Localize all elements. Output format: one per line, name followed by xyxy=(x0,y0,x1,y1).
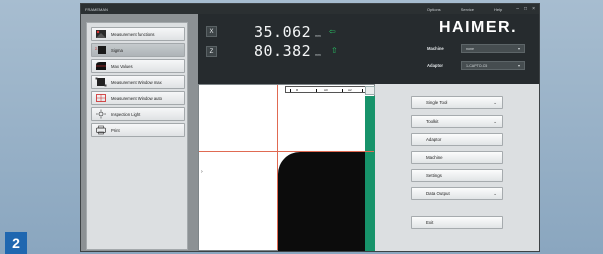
light-icon xyxy=(94,108,108,120)
window-max-icon xyxy=(94,76,108,88)
crosshair-horizontal xyxy=(199,151,374,152)
machine-select[interactable]: none ▾ xyxy=(461,44,525,53)
measurement-window-max-label: Measurement Window max xyxy=(111,79,162,85)
x-axis-button[interactable]: X xyxy=(206,26,217,37)
toolkit-label: Toolkit xyxy=(426,119,439,124)
adaptor-button[interactable]: Adaptor xyxy=(411,133,503,146)
inspection-light-button[interactable]: Inspection Light xyxy=(91,107,185,121)
measurement-functions-label: Measurement functions xyxy=(111,31,155,37)
arrow-up-icon: ⇧ xyxy=(331,46,338,55)
x-value: 35.062 xyxy=(254,23,312,41)
exit-button[interactable]: Exit xyxy=(411,216,503,229)
arrow-left-icon: ⇦ xyxy=(329,27,336,36)
chevron-down-icon: ▾ xyxy=(517,63,520,68)
minimize-button[interactable]: – xyxy=(516,6,519,12)
max-values-button[interactable]: Max Values xyxy=(91,59,185,73)
adaptor-select-value: 1-CAPTO-C5 xyxy=(466,63,488,68)
chevron-down-icon: ⌄ xyxy=(493,100,497,105)
machine-label: Machine xyxy=(427,46,444,51)
single-tool-button[interactable]: Single Tool ⌄ xyxy=(411,96,503,109)
machine-button[interactable]: Machine xyxy=(411,151,503,164)
camera-view[interactable]: R A0 A2 › xyxy=(198,84,375,251)
adaptor-select[interactable]: 1-CAPTO-C5 ▾ xyxy=(461,61,525,70)
adaptor-button-label: Adaptor xyxy=(426,137,442,142)
exit-label: Exit xyxy=(426,220,434,225)
side-tick-icon: › xyxy=(201,169,203,175)
ruler-label-a2: A2 xyxy=(348,88,352,92)
print-label: Print xyxy=(111,127,120,133)
max-values-icon xyxy=(94,60,108,72)
menu-options[interactable]: Options xyxy=(427,7,441,12)
settings-label: Settings xyxy=(426,173,442,178)
z-unit: mm xyxy=(315,53,321,57)
measurement-functions-button[interactable]: Measurement functions xyxy=(91,27,185,41)
measurement-window-max-button[interactable]: Measurement Window max xyxy=(91,75,185,89)
ruler-label-r: R xyxy=(296,88,299,92)
data-output-button[interactable]: Data Output ⌄ xyxy=(411,187,503,200)
sigma-icon: Σ xyxy=(94,44,108,56)
close-button[interactable]: × xyxy=(532,6,535,12)
green-status-strip xyxy=(365,96,375,251)
crosshair-vertical xyxy=(277,85,278,250)
scroll-up-button[interactable] xyxy=(365,86,375,95)
machine-select-value: none xyxy=(466,46,474,51)
z-axis-button[interactable]: Z xyxy=(206,46,217,57)
chevron-down-icon: ⌄ xyxy=(493,119,497,124)
inspection-light-label: Inspection Light xyxy=(111,111,141,117)
max-values-label: Max Values xyxy=(111,63,133,69)
haimer-logo: HAIMER. xyxy=(439,19,518,36)
measurement-window-auto-label: Measurement Window auto xyxy=(111,95,162,101)
x-unit: mm xyxy=(315,34,321,38)
menu-bar: Options Service Help xyxy=(427,7,502,12)
single-tool-label: Single Tool xyxy=(426,100,448,105)
measurement-window-auto-button[interactable]: Measurement Window auto xyxy=(91,91,185,105)
window-title: FRAMEMAN xyxy=(85,6,108,12)
coordinate-readout: X 35.062 mm ⇦ Z 80.382 mm ⇧ xyxy=(198,14,415,84)
ruler-label-a0: A0 xyxy=(324,88,328,92)
action-panel: Single Tool ⌄ Toolkit ⌄ Adaptor Machine … xyxy=(375,84,539,251)
sigma-button[interactable]: Σ Sigma xyxy=(91,43,185,57)
sigma-label: Sigma xyxy=(111,47,123,53)
chevron-down-icon: ⌄ xyxy=(493,191,497,196)
measurement-ruler: R A0 A2 xyxy=(285,86,367,93)
tool-profile xyxy=(278,152,365,251)
z-value: 80.382 xyxy=(254,42,312,60)
measurement-functions-icon xyxy=(94,28,108,40)
chevron-down-icon: ▾ xyxy=(517,46,520,51)
settings-button[interactable]: Settings xyxy=(411,169,503,182)
window-controls: – □ × xyxy=(516,6,535,12)
print-icon xyxy=(94,124,108,136)
maximize-button[interactable]: □ xyxy=(524,6,527,12)
title-bar: FRAMEMAN Options Service Help – □ × xyxy=(81,4,539,14)
machine-button-label: Machine xyxy=(426,155,443,160)
window-auto-icon xyxy=(94,92,108,104)
print-button[interactable]: Print xyxy=(91,123,185,137)
menu-help[interactable]: Help xyxy=(494,7,502,12)
adaptor-label: Adaptor xyxy=(427,63,444,68)
figure-number-badge: 2 xyxy=(5,232,27,254)
svg-text:Σ: Σ xyxy=(95,46,98,51)
machine-panel: HAIMER. Machine none ▾ Adaptor 1-CAPTO-C… xyxy=(415,14,539,84)
menu-service[interactable]: Service xyxy=(461,7,474,12)
toolkit-button[interactable]: Toolkit ⌄ xyxy=(411,115,503,128)
data-output-label: Data Output xyxy=(426,191,450,196)
function-panel: Measurement functions Σ Sigma Max Values… xyxy=(86,22,188,250)
app-window: FRAMEMAN Options Service Help – □ × Meas… xyxy=(80,3,540,252)
